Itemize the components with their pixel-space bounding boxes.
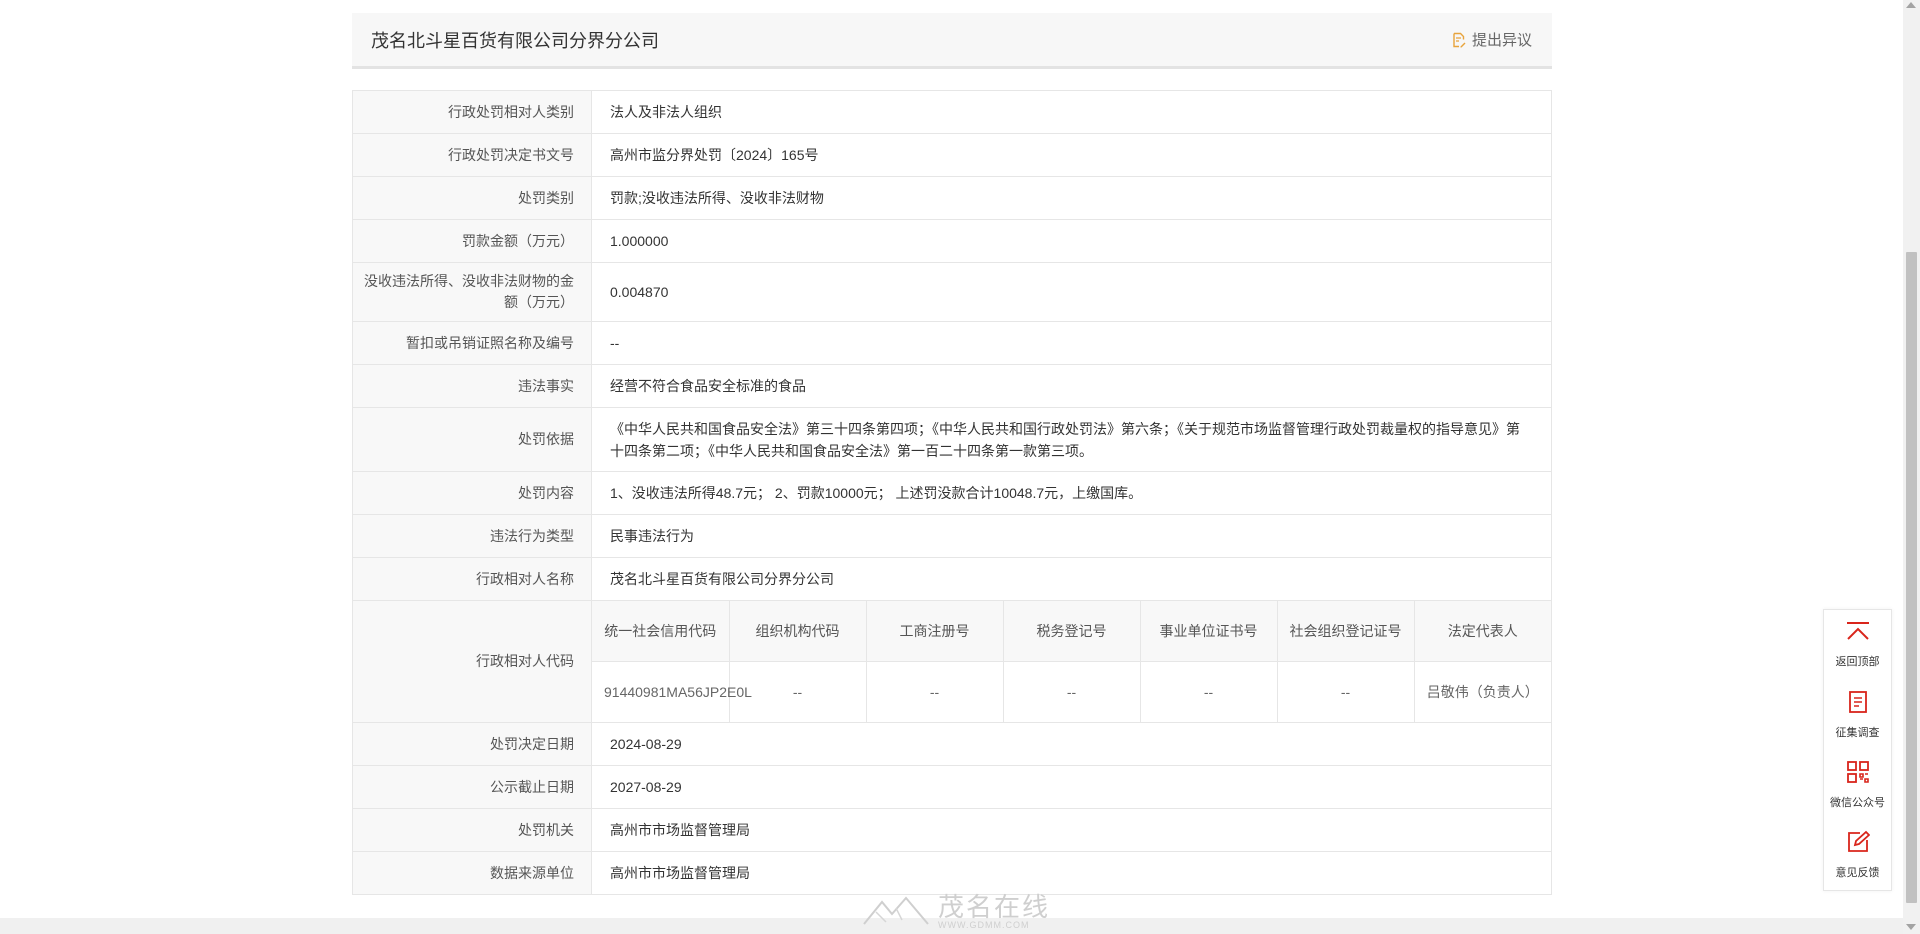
sidebar-label: 微信公众号 [1830, 797, 1885, 809]
wechat-account-button[interactable]: 微信公众号 [1824, 750, 1891, 820]
codes-table: 统一社会信用代码 组织机构代码 工商注册号 税务登记号 事业单位证书号 社会组织… [592, 601, 1551, 722]
row-label: 公示截止日期 [352, 765, 592, 809]
row-value: 经营不符合食品安全标准的食品 [591, 364, 1552, 408]
row-value: 2027-08-29 [591, 765, 1552, 809]
feedback-edit-icon [1846, 830, 1870, 859]
codes-header: 税务登记号 [1002, 601, 1141, 662]
codes-header: 工商注册号 [865, 601, 1004, 662]
sidebar-label: 征集调查 [1835, 727, 1880, 739]
back-to-top-icon [1845, 621, 1871, 648]
row-value: 法人及非法人组织 [591, 90, 1552, 134]
row-value: 民事违法行为 [591, 514, 1552, 558]
scrollbar-thumb[interactable] [1906, 252, 1917, 903]
feedback-button[interactable]: 意见反馈 [1824, 820, 1891, 890]
table-row: 处罚依据 《中华人民共和国食品安全法》第三十四条第四项；《中华人民共和国行政处罚… [352, 407, 1552, 472]
penalty-info-table: 行政处罚相对人类别 法人及非法人组织 行政处罚决定书文号 高州市监分界处罚〔20… [352, 90, 1552, 895]
table-row: 没收违法所得、没收非法财物的金额（万元） 0.004870 [352, 262, 1552, 322]
codes-header: 统一社会信用代码 [592, 601, 730, 662]
row-value: 1、没收违法所得48.7元； 2、罚款10000元； 上述罚没款合计10048.… [591, 471, 1552, 515]
row-label: 行政处罚决定书文号 [352, 133, 592, 177]
sidebar-label: 意见反馈 [1835, 867, 1880, 879]
row-label: 处罚决定日期 [352, 722, 592, 766]
table-row: 暂扣或吊销证照名称及编号 -- [352, 321, 1552, 365]
row-value: 茂名北斗星百货有限公司分界分公司 [591, 557, 1552, 601]
table-row: 行政处罚相对人类别 法人及非法人组织 [352, 90, 1552, 134]
table-row: 违法行为类型 民事违法行为 [352, 514, 1552, 558]
table-row: 行政处罚决定书文号 高州市监分界处罚〔2024〕165号 [352, 133, 1552, 177]
raise-objection-label: 提出异议 [1471, 32, 1532, 49]
table-row: 处罚机关 高州市市场监督管理局 [352, 808, 1552, 852]
survey-icon [1847, 690, 1869, 719]
scroll-up-arrow-icon[interactable] [1906, 2, 1916, 8]
row-value: 罚款;没收违法所得、没收非法财物 [591, 176, 1552, 220]
row-label: 暂扣或吊销证照名称及编号 [352, 321, 592, 365]
row-label: 处罚依据 [352, 407, 592, 472]
row-label: 没收违法所得、没收非法财物的金额（万元） [352, 262, 592, 322]
row-label: 罚款金额（万元） [352, 219, 592, 263]
row-label: 处罚类别 [352, 176, 592, 220]
scroll-down-arrow-icon[interactable] [1906, 924, 1916, 930]
row-value: 0.004870 [591, 262, 1552, 322]
sidebar-label: 返回顶部 [1835, 656, 1880, 668]
row-label: 行政相对人名称 [352, 557, 592, 601]
survey-button[interactable]: 征集调查 [1824, 680, 1891, 750]
table-row: 处罚决定日期 2024-08-29 [352, 722, 1552, 766]
raise-objection-button[interactable]: 提出异议 [1451, 29, 1532, 50]
row-value: 高州市市场监督管理局 [591, 851, 1552, 895]
table-row: 罚款金额（万元） 1.000000 [352, 219, 1552, 263]
penalty-detail-card: 茂名北斗星百货有限公司分界分公司 提出异议 行政处罚相对人类别 法人及非法人组织… [352, 13, 1552, 895]
watermark-mark-icon [863, 896, 929, 925]
table-row: 处罚类别 罚款;没收违法所得、没收非法财物 [352, 176, 1552, 220]
back-to-top-button[interactable]: 返回顶部 [1824, 610, 1891, 680]
site-watermark-logo: 茂名在线 WWW.GDMM.COM [862, 892, 1062, 932]
row-value: 高州市市场监督管理局 [591, 808, 1552, 852]
table-row: 处罚内容 1、没收违法所得48.7元； 2、罚款10000元； 上述罚没款合计1… [352, 471, 1552, 515]
card-header: 茂名北斗星百货有限公司分界分公司 提出异议 [352, 13, 1552, 69]
row-value: 2024-08-29 [591, 722, 1552, 766]
row-label: 数据来源单位 [352, 851, 592, 895]
table-row: 行政相对人名称 茂名北斗星百货有限公司分界分公司 [352, 557, 1552, 601]
row-label: 违法行为类型 [352, 514, 592, 558]
document-edit-icon [1451, 32, 1466, 48]
codes-header: 事业单位证书号 [1139, 601, 1278, 662]
row-label: 行政相对人代码 [352, 600, 592, 723]
row-value: 《中华人民共和国食品安全法》第三十四条第四项；《中华人民共和国行政处罚法》第六条… [591, 407, 1552, 472]
row-value: 高州市监分界处罚〔2024〕165号 [591, 133, 1552, 177]
codes-cell: 统一社会信用代码 组织机构代码 工商注册号 税务登记号 事业单位证书号 社会组织… [591, 600, 1552, 723]
table-row: 数据来源单位 高州市市场监督管理局 [352, 851, 1552, 895]
row-value: 1.000000 [591, 219, 1552, 263]
codes-value: -- [1276, 661, 1415, 722]
codes-header: 组织机构代码 [728, 601, 867, 662]
company-title: 茂名北斗星百货有限公司分界分公司 [371, 30, 659, 51]
row-label: 违法事实 [352, 364, 592, 408]
table-row: 公示截止日期 2027-08-29 [352, 765, 1552, 809]
codes-value: -- [865, 661, 1004, 722]
table-row-codes: 行政相对人代码 统一社会信用代码 组织机构代码 工商注册号 税务登记号 事业单位… [352, 600, 1552, 723]
watermark-text: 茂名在线 WWW.GDMM.COM [938, 892, 1051, 930]
codes-value: -- [1139, 661, 1278, 722]
row-label: 处罚内容 [352, 471, 592, 515]
row-label: 处罚机关 [352, 808, 592, 852]
codes-value: 91440981MA56JP2E0L [592, 661, 752, 722]
qr-code-icon [1846, 760, 1870, 789]
table-row: 违法事实 经营不符合食品安全标准的食品 [352, 364, 1552, 408]
floating-sidebar: 返回顶部 征集调查 微信公众号 意见反馈 [1823, 609, 1892, 891]
codes-header: 社会组织登记证号 [1276, 601, 1415, 662]
row-label: 行政处罚相对人类别 [352, 90, 592, 134]
codes-header: 法定代表人 [1413, 601, 1551, 662]
row-value: -- [591, 321, 1552, 365]
codes-value: 吕敬伟（负责人） [1413, 661, 1551, 722]
codes-value: -- [1002, 661, 1141, 722]
